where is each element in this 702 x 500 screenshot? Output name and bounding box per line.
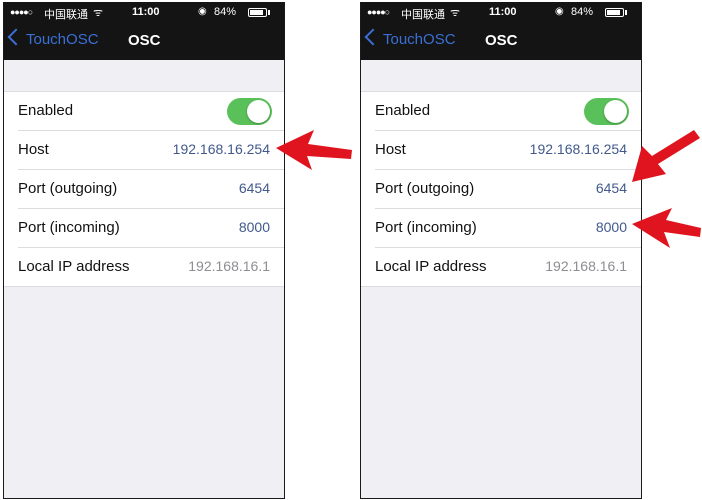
page-title: OSC <box>128 32 161 49</box>
battery-icon <box>248 8 267 17</box>
enabled-toggle[interactable] <box>227 98 272 125</box>
port-incoming-label: Port (incoming) <box>18 219 120 236</box>
orientation-lock-icon: ◉ <box>555 6 564 17</box>
settings-list: Enabled Host 192.168.16.254 Port (outgoi… <box>4 91 284 287</box>
battery-tip <box>625 10 627 15</box>
battery-percent: 84% <box>571 6 594 18</box>
back-label: TouchOSC <box>26 31 99 48</box>
back-label: TouchOSC <box>383 31 456 48</box>
carrier-label: 中国联通 <box>44 9 88 21</box>
port-incoming-value[interactable]: 8000 <box>596 219 627 235</box>
host-row[interactable]: Host 192.168.16.254 <box>375 131 641 170</box>
local-ip-label: Local IP address <box>375 258 487 275</box>
enabled-row: Enabled <box>18 92 284 131</box>
local-ip-value: 192.168.16.1 <box>188 258 270 274</box>
nav-bar: TouchOSC OSC <box>361 24 641 60</box>
wifi-icon: ᯤ <box>93 7 104 19</box>
port-incoming-label: Port (incoming) <box>375 219 477 236</box>
battery-percent: 84% <box>214 6 237 18</box>
page-title: OSC <box>485 32 518 49</box>
host-row[interactable]: Host 192.168.16.254 <box>18 131 284 170</box>
signal-icon: ●●●●○ <box>367 7 390 17</box>
port-outgoing-row[interactable]: Port (outgoing) 6454 <box>375 170 641 209</box>
red-arrow-icon-port-outgoing <box>632 130 700 182</box>
chevron-left-icon <box>364 28 382 46</box>
local-ip-row: Local IP address 192.168.16.1 <box>18 248 284 286</box>
port-incoming-row[interactable]: Port (incoming) 8000 <box>375 209 641 248</box>
battery-tip <box>268 10 270 15</box>
status-time: 11:00 <box>132 6 160 18</box>
host-value[interactable]: 192.168.16.254 <box>530 141 627 157</box>
local-ip-row: Local IP address 192.168.16.1 <box>375 248 641 286</box>
local-ip-value: 192.168.16.1 <box>545 258 627 274</box>
port-outgoing-row[interactable]: Port (outgoing) 6454 <box>18 170 284 209</box>
host-value[interactable]: 192.168.16.254 <box>173 141 270 157</box>
enabled-label: Enabled <box>375 102 431 119</box>
carrier-label: 中国联通 <box>401 9 445 21</box>
status-time: 11:00 <box>489 6 517 18</box>
local-ip-label: Local IP address <box>18 258 130 275</box>
toggle-knob <box>604 100 627 123</box>
enabled-label: Enabled <box>18 102 74 119</box>
battery-icon <box>605 8 624 17</box>
chevron-left-icon <box>7 28 25 46</box>
phone-screen-right: ●●●●○ 中国联通 ᯤ 11:00 ◉ 84% TouchOSC OSC En… <box>360 2 642 499</box>
status-bar: ●●●●○ 中国联通 ᯤ 11:00 ◉ 84% <box>4 2 284 24</box>
port-incoming-row[interactable]: Port (incoming) 8000 <box>18 209 284 248</box>
enabled-toggle[interactable] <box>584 98 629 125</box>
enabled-row: Enabled <box>375 92 641 131</box>
wifi-icon: ᯤ <box>450 7 461 19</box>
back-button[interactable]: TouchOSC <box>364 28 456 48</box>
port-outgoing-value[interactable]: 6454 <box>239 180 270 196</box>
toggle-knob <box>247 100 270 123</box>
port-outgoing-value[interactable]: 6454 <box>596 180 627 196</box>
host-label: Host <box>18 141 49 158</box>
port-incoming-value[interactable]: 8000 <box>239 219 270 235</box>
nav-bar: TouchOSC OSC <box>4 24 284 60</box>
settings-list: Enabled Host 192.168.16.254 Port (outgoi… <box>361 91 641 287</box>
red-arrow-icon-port-incoming <box>632 208 701 248</box>
back-button[interactable]: TouchOSC <box>7 28 99 48</box>
status-bar: ●●●●○ 中国联通 ᯤ 11:00 ◉ 84% <box>361 2 641 24</box>
phone-screen-left: ●●●●○ 中国联通 ᯤ 11:00 ◉ 84% TouchOSC OSC En… <box>3 2 285 499</box>
host-label: Host <box>375 141 406 158</box>
port-outgoing-label: Port (outgoing) <box>18 180 118 197</box>
orientation-lock-icon: ◉ <box>198 6 207 17</box>
port-outgoing-label: Port (outgoing) <box>375 180 475 197</box>
red-arrow-icon-host <box>276 130 352 170</box>
signal-icon: ●●●●○ <box>10 7 33 17</box>
